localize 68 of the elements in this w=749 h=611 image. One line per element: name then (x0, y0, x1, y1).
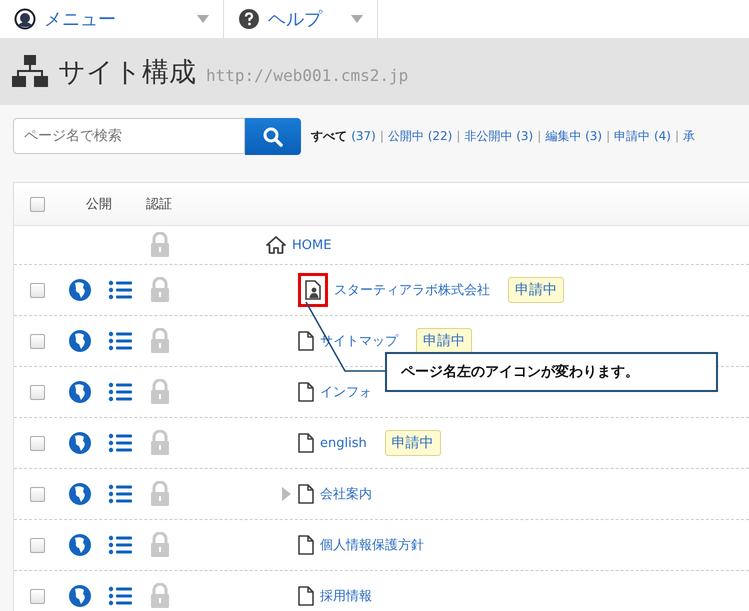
filter-link[interactable]: 非公開中 (3) (464, 128, 534, 144)
page-link[interactable]: スターティアラボ株式会社 (334, 281, 490, 299)
lock-icon[interactable] (150, 532, 170, 558)
globe-icon[interactable] (68, 380, 92, 404)
row-checkbox[interactable] (30, 588, 44, 604)
row-checkbox[interactable] (30, 538, 44, 552)
caret-icon[interactable] (351, 15, 363, 23)
globe-icon[interactable] (68, 278, 92, 302)
home-icon (266, 236, 286, 254)
page-link[interactable]: HOME (292, 238, 332, 252)
avatar-icon (14, 8, 36, 30)
list-icon[interactable] (108, 381, 132, 403)
caret-icon[interactable] (197, 15, 209, 23)
row-checkbox[interactable] (30, 486, 44, 502)
help-icon (238, 8, 260, 30)
status-badge: 申請中 (416, 328, 472, 354)
globe-icon[interactable] (68, 482, 92, 506)
column-header: 公開 (85, 196, 113, 213)
globe-icon[interactable] (68, 533, 92, 557)
page-link[interactable]: インフォ (320, 383, 372, 401)
filter-link[interactable]: すべて (37) (311, 128, 376, 144)
sitemap-icon (12, 54, 48, 88)
filter-link[interactable]: 申請中 (4) (614, 128, 671, 144)
search-field[interactable]: ページ名で検索 (13, 118, 245, 154)
row-checkbox[interactable] (30, 334, 44, 348)
status-badge: 申請中 (508, 277, 564, 303)
lock-icon[interactable] (150, 277, 170, 303)
site-url: http://web001.cms2.jp (206, 66, 408, 85)
page-title: サイト構成 (58, 56, 196, 90)
page-link[interactable]: 会社案内 (320, 485, 372, 503)
lock-icon[interactable] (150, 232, 170, 258)
filter-link[interactable]: 公開中 (22) (388, 128, 452, 144)
lock-icon[interactable] (150, 430, 170, 456)
lock-icon[interactable] (150, 379, 170, 405)
globe-icon[interactable] (68, 329, 92, 353)
filter-link[interactable]: 編集中 (3) (545, 128, 602, 144)
lock-icon[interactable] (150, 481, 170, 507)
row-checkbox[interactable] (30, 282, 44, 298)
column-header: 認証 (146, 196, 172, 213)
page-link[interactable]: english (320, 436, 367, 450)
separator: | (537, 129, 542, 143)
list-icon[interactable] (108, 483, 132, 505)
select-all-checkbox[interactable] (30, 196, 44, 212)
globe-icon[interactable] (68, 431, 92, 455)
lock-icon[interactable] (150, 328, 170, 354)
list-icon[interactable] (108, 279, 132, 301)
expand-arrow-icon[interactable] (282, 487, 291, 501)
row-checkbox[interactable] (30, 384, 44, 400)
page-link[interactable]: 個人情報保護方針 (320, 536, 424, 554)
separator: | (456, 129, 460, 143)
list-icon[interactable] (108, 534, 132, 556)
page-link[interactable]: 採用情報 (320, 587, 372, 605)
list-icon[interactable] (108, 330, 132, 352)
separator: | (674, 129, 680, 143)
search-button[interactable] (245, 118, 301, 155)
nav-label[interactable]: メニュー (44, 7, 116, 31)
list-icon[interactable] (108, 432, 132, 454)
nav-label[interactable]: ヘルプ (268, 7, 322, 31)
status-badge: 申請中 (384, 430, 441, 456)
globe-icon[interactable] (68, 584, 92, 608)
list-icon[interactable] (108, 585, 132, 607)
search-icon (263, 126, 283, 146)
separator: | (606, 129, 610, 143)
lock-icon[interactable] (150, 583, 170, 609)
filter-link[interactable]: 承 (683, 128, 696, 144)
row-checkbox[interactable] (30, 436, 44, 450)
separator: | (380, 129, 384, 143)
callout-note: ページ名左のアイコンが変わります。 (385, 352, 718, 392)
